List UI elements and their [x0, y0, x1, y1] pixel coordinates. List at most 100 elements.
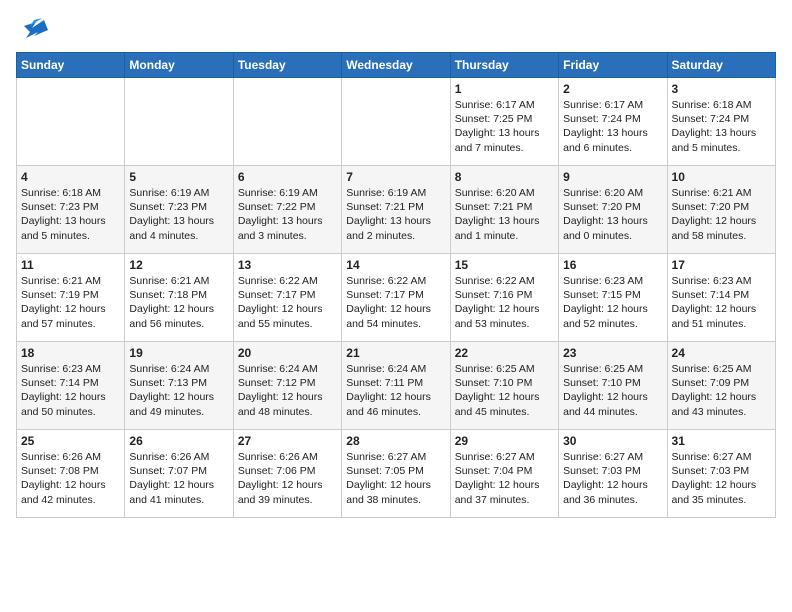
calendar-cell: 1 Sunrise: 6:17 AM Sunset: 7:25 PM Daylig… [450, 78, 558, 166]
calendar-cell: 2 Sunrise: 6:17 AM Sunset: 7:24 PM Daylig… [559, 78, 667, 166]
day-info: Sunrise: 6:19 AM Sunset: 7:22 PM Dayligh… [238, 186, 337, 243]
week-row-2: 4Sunrise: 6:18 AM Sunset: 7:23 PM Daylig… [17, 166, 776, 254]
day-info: Sunrise: 6:20 AM Sunset: 7:20 PM Dayligh… [563, 186, 662, 243]
day-info: Sunrise: 6:20 AM Sunset: 7:21 PM Dayligh… [455, 186, 554, 243]
calendar-cell: 28 Sunrise: 6:27 AM Sunset: 7:05 PM Dayli… [342, 430, 450, 518]
calendar-cell: 23Sunrise: 6:25 AM Sunset: 7:10 PM Dayli… [559, 342, 667, 430]
weekday-header-wednesday: Wednesday [342, 53, 450, 78]
weekday-header-friday: Friday [559, 53, 667, 78]
day-number: 12 [129, 258, 228, 272]
week-row-5: 25 Sunrise: 6:26 AM Sunset: 7:08 PM Dayli… [17, 430, 776, 518]
day-info: Sunrise: 6:22 AM Sunset: 7:16 PM Dayligh… [455, 274, 554, 331]
day-info: Sunrise: 6:24 AM Sunset: 7:11 PM Dayligh… [346, 362, 445, 419]
day-info: Sunrise: 6:22 AM Sunset: 7:17 PM Dayligh… [346, 274, 445, 331]
day-number: 1 [455, 82, 554, 96]
day-number: 19 [129, 346, 228, 360]
day-info: Sunrise: 6:23 AM Sunset: 7:15 PM Dayligh… [563, 274, 662, 331]
day-number: 31 [672, 434, 771, 448]
calendar-cell: 3Sunrise: 6:18 AM Sunset: 7:24 PM Daylig… [667, 78, 775, 166]
day-info: Sunrise: 6:19 AM Sunset: 7:21 PM Dayligh… [346, 186, 445, 243]
day-info: Sunrise: 6:27 AM Sunset: 7:03 PM Dayligh… [672, 450, 771, 507]
day-number: 6 [238, 170, 337, 184]
weekday-header-monday: Monday [125, 53, 233, 78]
calendar-cell: 18 Sunrise: 6:23 AM Sunset: 7:14 PM Dayli… [17, 342, 125, 430]
day-number: 3 [672, 82, 771, 96]
logo [16, 16, 52, 44]
day-info: Sunrise: 6:26 AM Sunset: 7:07 PM Dayligh… [129, 450, 228, 507]
day-number: 7 [346, 170, 445, 184]
day-info: Sunrise: 6:21 AM Sunset: 7:19 PM Dayligh… [21, 274, 120, 331]
calendar-cell: 4Sunrise: 6:18 AM Sunset: 7:23 PM Daylig… [17, 166, 125, 254]
weekday-header-tuesday: Tuesday [233, 53, 341, 78]
day-info: Sunrise: 6:19 AM Sunset: 7:23 PM Dayligh… [129, 186, 228, 243]
calendar-cell: 25 Sunrise: 6:26 AM Sunset: 7:08 PM Dayli… [17, 430, 125, 518]
page-header [16, 16, 776, 44]
day-info: Sunrise: 6:21 AM Sunset: 7:20 PM Dayligh… [672, 186, 771, 243]
calendar-cell: 26 Sunrise: 6:26 AM Sunset: 7:07 PM Dayli… [125, 430, 233, 518]
day-number: 15 [455, 258, 554, 272]
day-number: 8 [455, 170, 554, 184]
day-number: 14 [346, 258, 445, 272]
day-info: Sunrise: 6:17 AM Sunset: 7:25 PM Dayligh… [455, 98, 554, 155]
calendar-cell: 7 Sunrise: 6:19 AM Sunset: 7:21 PM Daylig… [342, 166, 450, 254]
day-number: 24 [672, 346, 771, 360]
calendar-cell: 10 Sunrise: 6:21 AM Sunset: 7:20 PM Dayli… [667, 166, 775, 254]
calendar-cell: 12 Sunrise: 6:21 AM Sunset: 7:18 PM Dayli… [125, 254, 233, 342]
weekday-header-thursday: Thursday [450, 53, 558, 78]
day-number: 30 [563, 434, 662, 448]
calendar-cell: 5 Sunrise: 6:19 AM Sunset: 7:23 PM Daylig… [125, 166, 233, 254]
day-number: 17 [672, 258, 771, 272]
day-number: 21 [346, 346, 445, 360]
week-row-3: 11 Sunrise: 6:21 AM Sunset: 7:19 PM Dayli… [17, 254, 776, 342]
day-number: 4 [21, 170, 120, 184]
weekday-header-row: SundayMondayTuesdayWednesdayThursdayFrid… [17, 53, 776, 78]
day-number: 22 [455, 346, 554, 360]
day-info: Sunrise: 6:26 AM Sunset: 7:06 PM Dayligh… [238, 450, 337, 507]
day-number: 10 [672, 170, 771, 184]
calendar-cell: 27 Sunrise: 6:26 AM Sunset: 7:06 PM Dayli… [233, 430, 341, 518]
logo-bird-icon [16, 16, 48, 44]
day-info: Sunrise: 6:27 AM Sunset: 7:04 PM Dayligh… [455, 450, 554, 507]
calendar-cell [233, 78, 341, 166]
day-number: 26 [129, 434, 228, 448]
calendar-cell: 22 Sunrise: 6:25 AM Sunset: 7:10 PM Dayli… [450, 342, 558, 430]
day-info: Sunrise: 6:27 AM Sunset: 7:03 PM Dayligh… [563, 450, 662, 507]
day-info: Sunrise: 6:23 AM Sunset: 7:14 PM Dayligh… [21, 362, 120, 419]
day-info: Sunrise: 6:24 AM Sunset: 7:12 PM Dayligh… [238, 362, 337, 419]
calendar-cell: 20Sunrise: 6:24 AM Sunset: 7:12 PM Dayli… [233, 342, 341, 430]
calendar-cell: 16 Sunrise: 6:23 AM Sunset: 7:15 PM Dayli… [559, 254, 667, 342]
calendar-cell: 31 Sunrise: 6:27 AM Sunset: 7:03 PM Dayli… [667, 430, 775, 518]
day-info: Sunrise: 6:23 AM Sunset: 7:14 PM Dayligh… [672, 274, 771, 331]
day-info: Sunrise: 6:25 AM Sunset: 7:09 PM Dayligh… [672, 362, 771, 419]
day-number: 29 [455, 434, 554, 448]
day-number: 28 [346, 434, 445, 448]
day-number: 25 [21, 434, 120, 448]
calendar-cell: 6 Sunrise: 6:19 AM Sunset: 7:22 PM Daylig… [233, 166, 341, 254]
day-info: Sunrise: 6:22 AM Sunset: 7:17 PM Dayligh… [238, 274, 337, 331]
calendar-cell: 8 Sunrise: 6:20 AM Sunset: 7:21 PM Daylig… [450, 166, 558, 254]
calendar-cell: 15 Sunrise: 6:22 AM Sunset: 7:16 PM Dayli… [450, 254, 558, 342]
day-info: Sunrise: 6:21 AM Sunset: 7:18 PM Dayligh… [129, 274, 228, 331]
day-info: Sunrise: 6:26 AM Sunset: 7:08 PM Dayligh… [21, 450, 120, 507]
calendar-table: SundayMondayTuesdayWednesdayThursdayFrid… [16, 52, 776, 518]
calendar-cell: 13 Sunrise: 6:22 AM Sunset: 7:17 PM Dayli… [233, 254, 341, 342]
calendar-cell: 21 Sunrise: 6:24 AM Sunset: 7:11 PM Dayli… [342, 342, 450, 430]
day-info: Sunrise: 6:27 AM Sunset: 7:05 PM Dayligh… [346, 450, 445, 507]
day-number: 5 [129, 170, 228, 184]
day-number: 27 [238, 434, 337, 448]
day-number: 9 [563, 170, 662, 184]
day-number: 13 [238, 258, 337, 272]
calendar-cell [17, 78, 125, 166]
calendar-cell: 24 Sunrise: 6:25 AM Sunset: 7:09 PM Dayli… [667, 342, 775, 430]
day-info: Sunrise: 6:17 AM Sunset: 7:24 PM Dayligh… [563, 98, 662, 155]
week-row-4: 18 Sunrise: 6:23 AM Sunset: 7:14 PM Dayli… [17, 342, 776, 430]
day-number: 18 [21, 346, 120, 360]
calendar-cell: 29 Sunrise: 6:27 AM Sunset: 7:04 PM Dayli… [450, 430, 558, 518]
calendar-cell [125, 78, 233, 166]
day-number: 16 [563, 258, 662, 272]
day-number: 11 [21, 258, 120, 272]
day-number: 2 [563, 82, 662, 96]
day-info: Sunrise: 6:25 AM Sunset: 7:10 PM Dayligh… [455, 362, 554, 419]
weekday-header-sunday: Sunday [17, 53, 125, 78]
calendar-cell: 14 Sunrise: 6:22 AM Sunset: 7:17 PM Dayli… [342, 254, 450, 342]
